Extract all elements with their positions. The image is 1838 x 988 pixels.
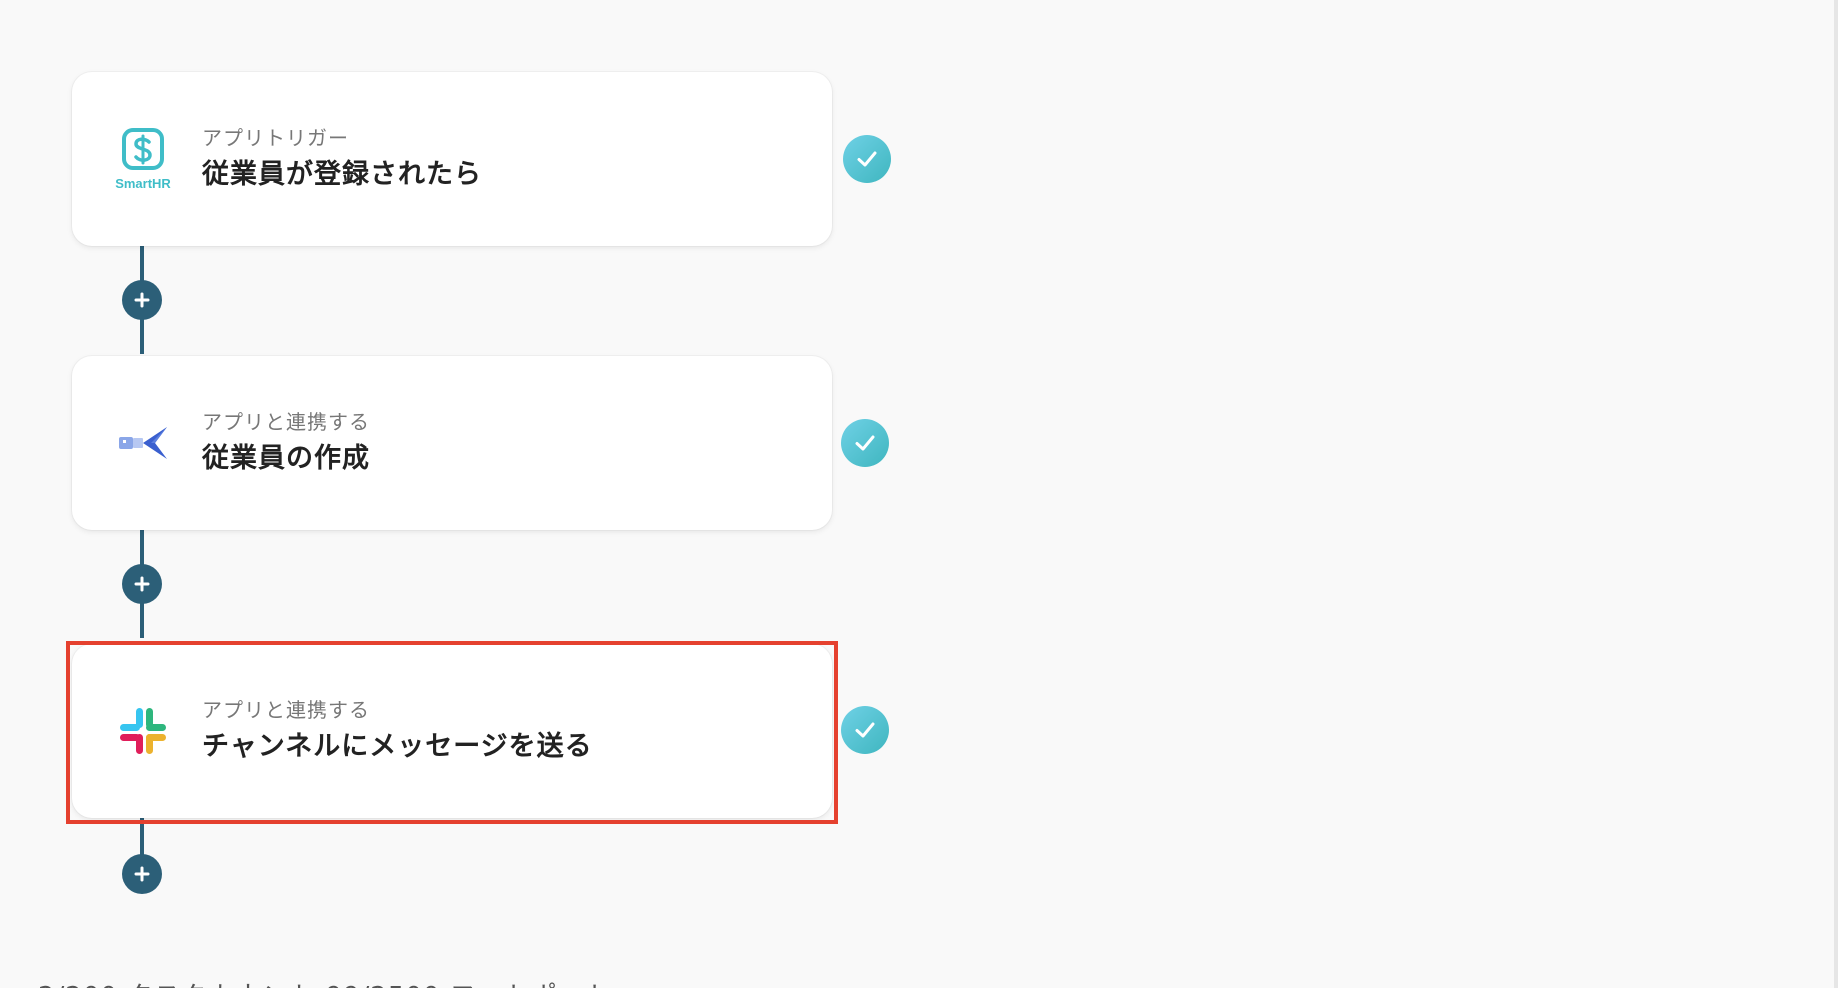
plus-icon <box>134 292 150 308</box>
step-text: アプリトリガー 従業員が登録されたら <box>202 124 482 194</box>
step-title: チャンネルにメッセージを送る <box>202 731 593 762</box>
flow-step-create-employee[interactable]: アプリと連携する 従業員の作成 <box>72 356 832 530</box>
flow-canvas: SmartHR アプリトリガー 従業員が登録されたら アプリと連携する 従業員の… <box>0 0 1838 988</box>
smarthr-logo-text: SmartHR <box>115 176 171 191</box>
scrollbar-track[interactable] <box>1834 0 1838 988</box>
step-title: 従業員の作成 <box>202 443 370 474</box>
plus-icon <box>134 576 150 592</box>
step-subtitle: アプリと連携する <box>202 410 370 434</box>
step-subtitle: アプリトリガー <box>202 126 349 150</box>
check-icon <box>841 419 889 467</box>
check-icon <box>843 135 891 183</box>
plus-icon <box>134 866 150 882</box>
flow-step-trigger[interactable]: SmartHR アプリトリガー 従業員が登録されたら <box>72 72 832 246</box>
add-step-button[interactable] <box>122 564 162 604</box>
check-icon <box>841 706 889 754</box>
step-title: 従業員が登録されたら <box>202 159 482 190</box>
add-step-button[interactable] <box>122 854 162 894</box>
add-step-button[interactable] <box>122 280 162 320</box>
step-text: アプリと連携する 従業員の作成 <box>202 408 370 478</box>
paper-plane-app-icon <box>110 410 176 476</box>
smarthr-logo-icon: SmartHR <box>110 126 176 192</box>
step-subtitle: アプリと連携する <box>202 698 370 722</box>
step-text: アプリと連携する チャンネルにメッセージを送る <box>202 696 593 766</box>
footer-status-text: 2/200 タスクカウント 99/2500 フォトポート <box>38 976 612 988</box>
slack-logo-icon <box>110 698 176 764</box>
flow-step-send-message[interactable]: アプリと連携する チャンネルにメッセージを送る <box>72 644 832 818</box>
